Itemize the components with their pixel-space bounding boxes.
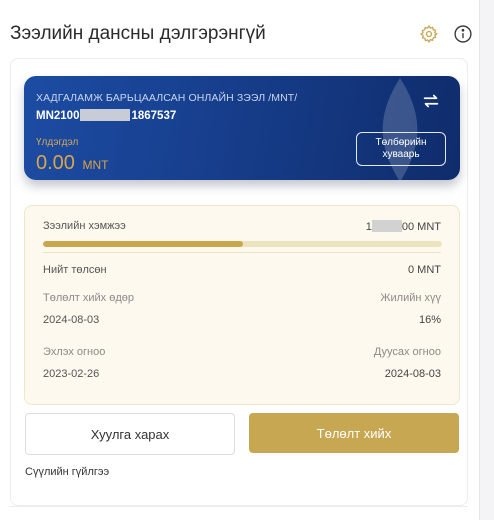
- loan-product-name: ХАДГАЛАМЖ БАРЬЦААЛСАН ОНЛАЙН ЗЭЭЛ /MNT/: [36, 92, 298, 104]
- total-paid-row: Нийт төлсөн 0 MNT: [43, 264, 441, 276]
- view-statement-button[interactable]: Хуулга харах: [25, 413, 235, 455]
- period-header-row: Эхлэх огноо Дуусах огноо: [43, 346, 441, 358]
- loan-amount-row: Зээлийн хэмжээ 1 00 MNT: [43, 220, 441, 233]
- recent-transactions-title: Сүүлийн гүйлгээ: [25, 466, 110, 478]
- gear-icon[interactable]: [418, 23, 440, 45]
- period-value-row: 2023-02-26 2024-08-03: [43, 368, 441, 380]
- info-icon[interactable]: [452, 23, 474, 45]
- make-payment-button[interactable]: Төлөлт хийх: [249, 413, 459, 453]
- payment-schedule-button[interactable]: Төлбөрийн хуваарь: [356, 132, 446, 166]
- page-title: Зээлийн дансны дэлгэрэнгүй: [10, 23, 266, 44]
- payment-date-value-row: 2024-08-03 16%: [43, 314, 441, 326]
- payment-date-header-row: Төлөлт хийх өдөр Жилийн хүү: [43, 292, 441, 304]
- divider: [43, 252, 441, 253]
- divider: [10, 506, 468, 507]
- header-icons: [418, 23, 474, 45]
- repayment-progress-fill: [43, 241, 243, 247]
- balance-label: Үлдэгдэл: [36, 137, 79, 148]
- masked-amount: [371, 220, 402, 232]
- loan-summary-card: ХАДГАЛАМЖ БАРЬЦААЛСАН ОНЛАЙН ЗЭЭЛ /MNT/ …: [24, 76, 460, 180]
- loan-details: Зээлийн хэмжээ 1 00 MNT Нийт төлсөн 0 MNT…: [24, 205, 460, 405]
- loan-amount-value: 1 00 MNT: [365, 220, 441, 233]
- page-header: Зээлийн дансны дэлгэрэнгүй: [10, 16, 480, 52]
- balance-amount: 0.00 MNT: [36, 152, 109, 174]
- account-number: MN2100 1867537: [36, 109, 177, 122]
- repayment-progress-bar: [43, 241, 442, 247]
- swap-icon[interactable]: [420, 90, 442, 112]
- masked-digits: [80, 109, 131, 121]
